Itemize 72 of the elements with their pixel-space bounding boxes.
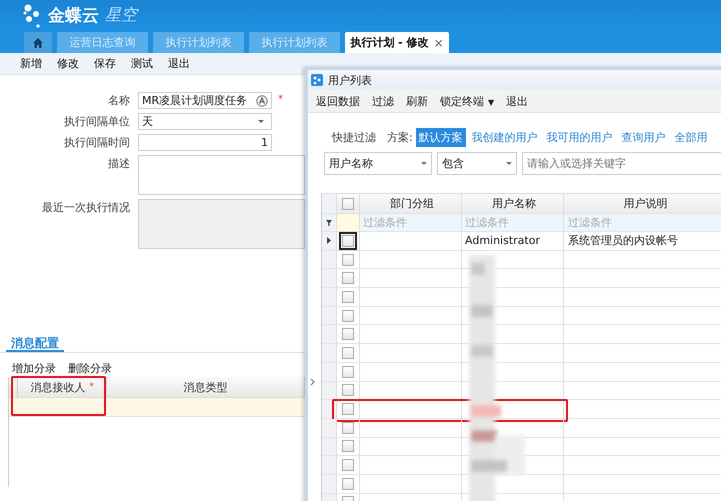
column-header: 消息接收人 * <box>18 377 108 397</box>
checkbox[interactable] <box>342 422 354 434</box>
dropdown-icon[interactable] <box>258 120 264 123</box>
entry-row[interactable] <box>9 398 305 417</box>
checkbox[interactable] <box>342 198 354 210</box>
column-header[interactable]: 用户说明 <box>564 194 721 213</box>
field-label: 描述 <box>107 156 130 172</box>
scheme-tab[interactable]: 我创建的用户 <box>468 128 541 146</box>
field-label: 执行间隔单位 <box>63 114 130 130</box>
toolbar-button[interactable]: 删除分录 <box>68 361 112 373</box>
operator-select[interactable]: 包含 <box>437 152 517 175</box>
toolbar-button[interactable]: 增加分录 <box>12 361 56 373</box>
toolbar-button[interactable]: 修改 <box>57 56 79 71</box>
checkbox[interactable] <box>342 328 354 340</box>
dialog-title: 用户列表 <box>328 72 372 88</box>
checkbox[interactable] <box>342 478 354 490</box>
search-field[interactable]: 请输入或选择关键字 <box>522 152 721 175</box>
required-mark: * <box>89 382 94 392</box>
column-header[interactable]: 部门分组 <box>360 194 462 213</box>
field-label: 执行间隔时间 <box>63 135 130 151</box>
logo-text: 金蝶云 <box>48 4 99 26</box>
logo-subtitle: 星空 <box>105 4 137 26</box>
section-tab[interactable]: 消息配置 <box>6 335 64 352</box>
close-icon[interactable]: × <box>434 36 444 50</box>
app-icon <box>311 74 323 86</box>
dropdown-icon <box>421 162 427 165</box>
checkbox[interactable] <box>342 272 354 284</box>
checkbox[interactable] <box>342 346 354 359</box>
checkbox[interactable] <box>342 459 354 472</box>
field-select[interactable]: 用户名称 <box>324 152 432 175</box>
document-tab[interactable]: 执行计划 - 修改 × <box>345 32 449 53</box>
checkbox[interactable] <box>342 384 354 396</box>
column-header[interactable]: 用户名称 <box>462 194 564 213</box>
scheme-tab[interactable]: 默认方案 <box>416 128 466 146</box>
toolbar-button[interactable]: 退出 <box>506 94 528 108</box>
toolbar-button[interactable]: 返回数据 <box>316 94 360 108</box>
scheme-tab[interactable]: 我可用的用户 <box>544 128 616 146</box>
description-field[interactable] <box>138 155 305 195</box>
number-field[interactable]: 1 <box>138 134 272 151</box>
lookup-icon[interactable] <box>256 94 268 106</box>
toolbar-button[interactable]: 过滤 <box>372 94 394 108</box>
toolbar-button[interactable]: 测试 <box>131 56 153 71</box>
required-mark: * <box>278 94 283 105</box>
toolbar-button[interactable]: 新增 <box>20 56 42 71</box>
select-field[interactable]: 天 <box>138 113 272 130</box>
dropdown-icon <box>506 162 512 165</box>
table-row[interactable]: Administrator 系统管理员的内设帐号 <box>322 232 721 251</box>
checkbox[interactable] <box>342 254 354 266</box>
filter-label: 快捷过滤 <box>332 130 376 144</box>
toolbar-button[interactable]: 退出 <box>168 56 190 71</box>
checkbox[interactable] <box>342 310 354 322</box>
checkbox[interactable] <box>342 366 354 378</box>
logo-dots-icon <box>22 2 42 28</box>
checkbox[interactable] <box>342 403 354 416</box>
toolbar-button[interactable]: 锁定终端 ▼ <box>440 94 494 108</box>
checkbox[interactable] <box>342 440 354 452</box>
table-cell: 系统管理员的内设帐号 <box>568 233 678 248</box>
filter-icon <box>326 220 332 226</box>
collapse-handle-icon[interactable] <box>310 378 316 386</box>
home-tab[interactable] <box>24 32 52 53</box>
checkbox[interactable] <box>342 290 354 303</box>
field-label: 名称 <box>107 93 130 109</box>
scheme-tab[interactable]: 查询用户 <box>618 128 669 146</box>
toolbar-button[interactable]: 保存 <box>94 56 116 71</box>
checkbox[interactable] <box>342 234 354 247</box>
table-cell: Administrator <box>465 234 540 248</box>
scheme-label: 方案: <box>387 130 413 144</box>
toolbar-button[interactable]: 刷新 <box>406 94 428 108</box>
name-field[interactable]: MR凌晨计划调度任务 <box>138 92 272 109</box>
field-label: 最近一次执行情况 <box>41 200 130 216</box>
home-icon <box>32 36 44 48</box>
scheme-tab[interactable]: 全部用 <box>672 128 711 146</box>
